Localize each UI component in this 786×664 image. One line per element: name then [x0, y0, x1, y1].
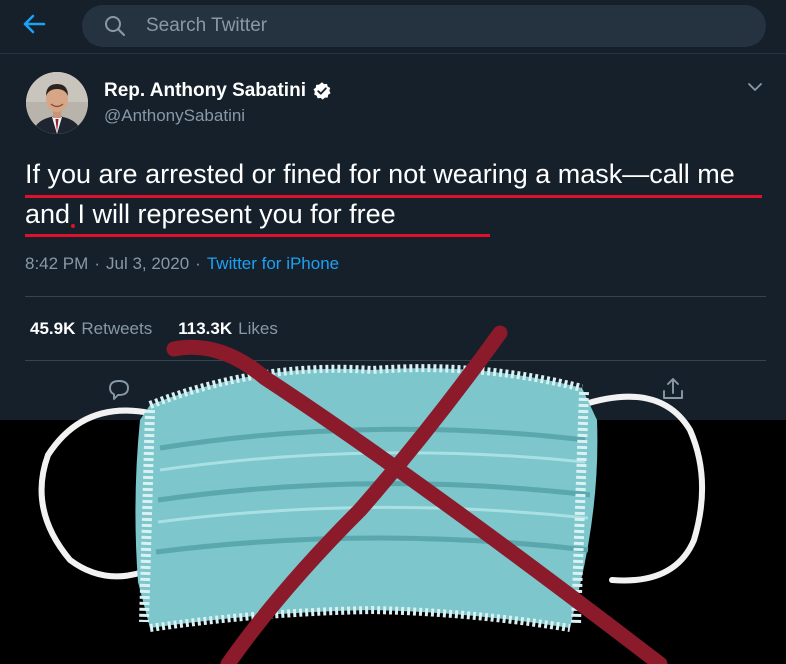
- author-name[interactable]: Rep. Anthony Sabatini: [104, 80, 332, 102]
- search-icon: [104, 15, 126, 37]
- divider: [25, 296, 766, 297]
- tweet-time[interactable]: 8:42 PM: [25, 254, 88, 274]
- likes-count: 113.3K: [178, 319, 233, 338]
- back-button[interactable]: [14, 8, 54, 44]
- more-options-button[interactable]: [744, 78, 766, 98]
- share-icon: [660, 376, 686, 407]
- divider: [25, 360, 766, 361]
- tweet-source-link[interactable]: Twitter for iPhone: [207, 254, 339, 274]
- search-input[interactable]: [146, 15, 766, 37]
- tweet-meta: 8:42 PM · Jul 3, 2020 · Twitter for iPho…: [25, 254, 339, 274]
- share-button[interactable]: [660, 376, 686, 407]
- red-dot-mark: [71, 224, 75, 228]
- tweet-stats: 45.9K Retweets 113.3K Likes: [30, 319, 304, 339]
- retweets-stat[interactable]: 45.9K Retweets: [30, 319, 152, 339]
- meta-separator: ·: [195, 254, 201, 273]
- tweet-date[interactable]: Jul 3, 2020: [106, 254, 189, 274]
- chevron-down-icon: [747, 79, 763, 97]
- verified-badge-icon: [312, 81, 332, 101]
- reply-button[interactable]: [106, 378, 132, 404]
- tweet-text: If you are arrested or fined for not wea…: [25, 159, 735, 229]
- author-name-text: Rep. Anthony Sabatini: [104, 80, 306, 101]
- author-handle[interactable]: @AnthonySabatini: [104, 106, 245, 126]
- tweet-screen: Rep. Anthony Sabatini @AnthonySabatini I…: [0, 0, 786, 420]
- retweets-label: Retweets: [81, 319, 153, 338]
- top-bar: [0, 0, 786, 54]
- red-underline-line-1: [25, 195, 762, 198]
- likes-stat[interactable]: 113.3K Likes: [178, 319, 278, 339]
- meta-separator: ·: [94, 254, 100, 273]
- likes-label: Likes: [238, 319, 278, 338]
- retweets-count: 45.9K: [30, 319, 76, 338]
- search-bar[interactable]: [82, 5, 766, 47]
- reply-icon: [106, 376, 132, 407]
- avatar[interactable]: [26, 72, 88, 134]
- back-arrow-icon: [22, 14, 46, 39]
- red-underline-line-2: [25, 234, 490, 237]
